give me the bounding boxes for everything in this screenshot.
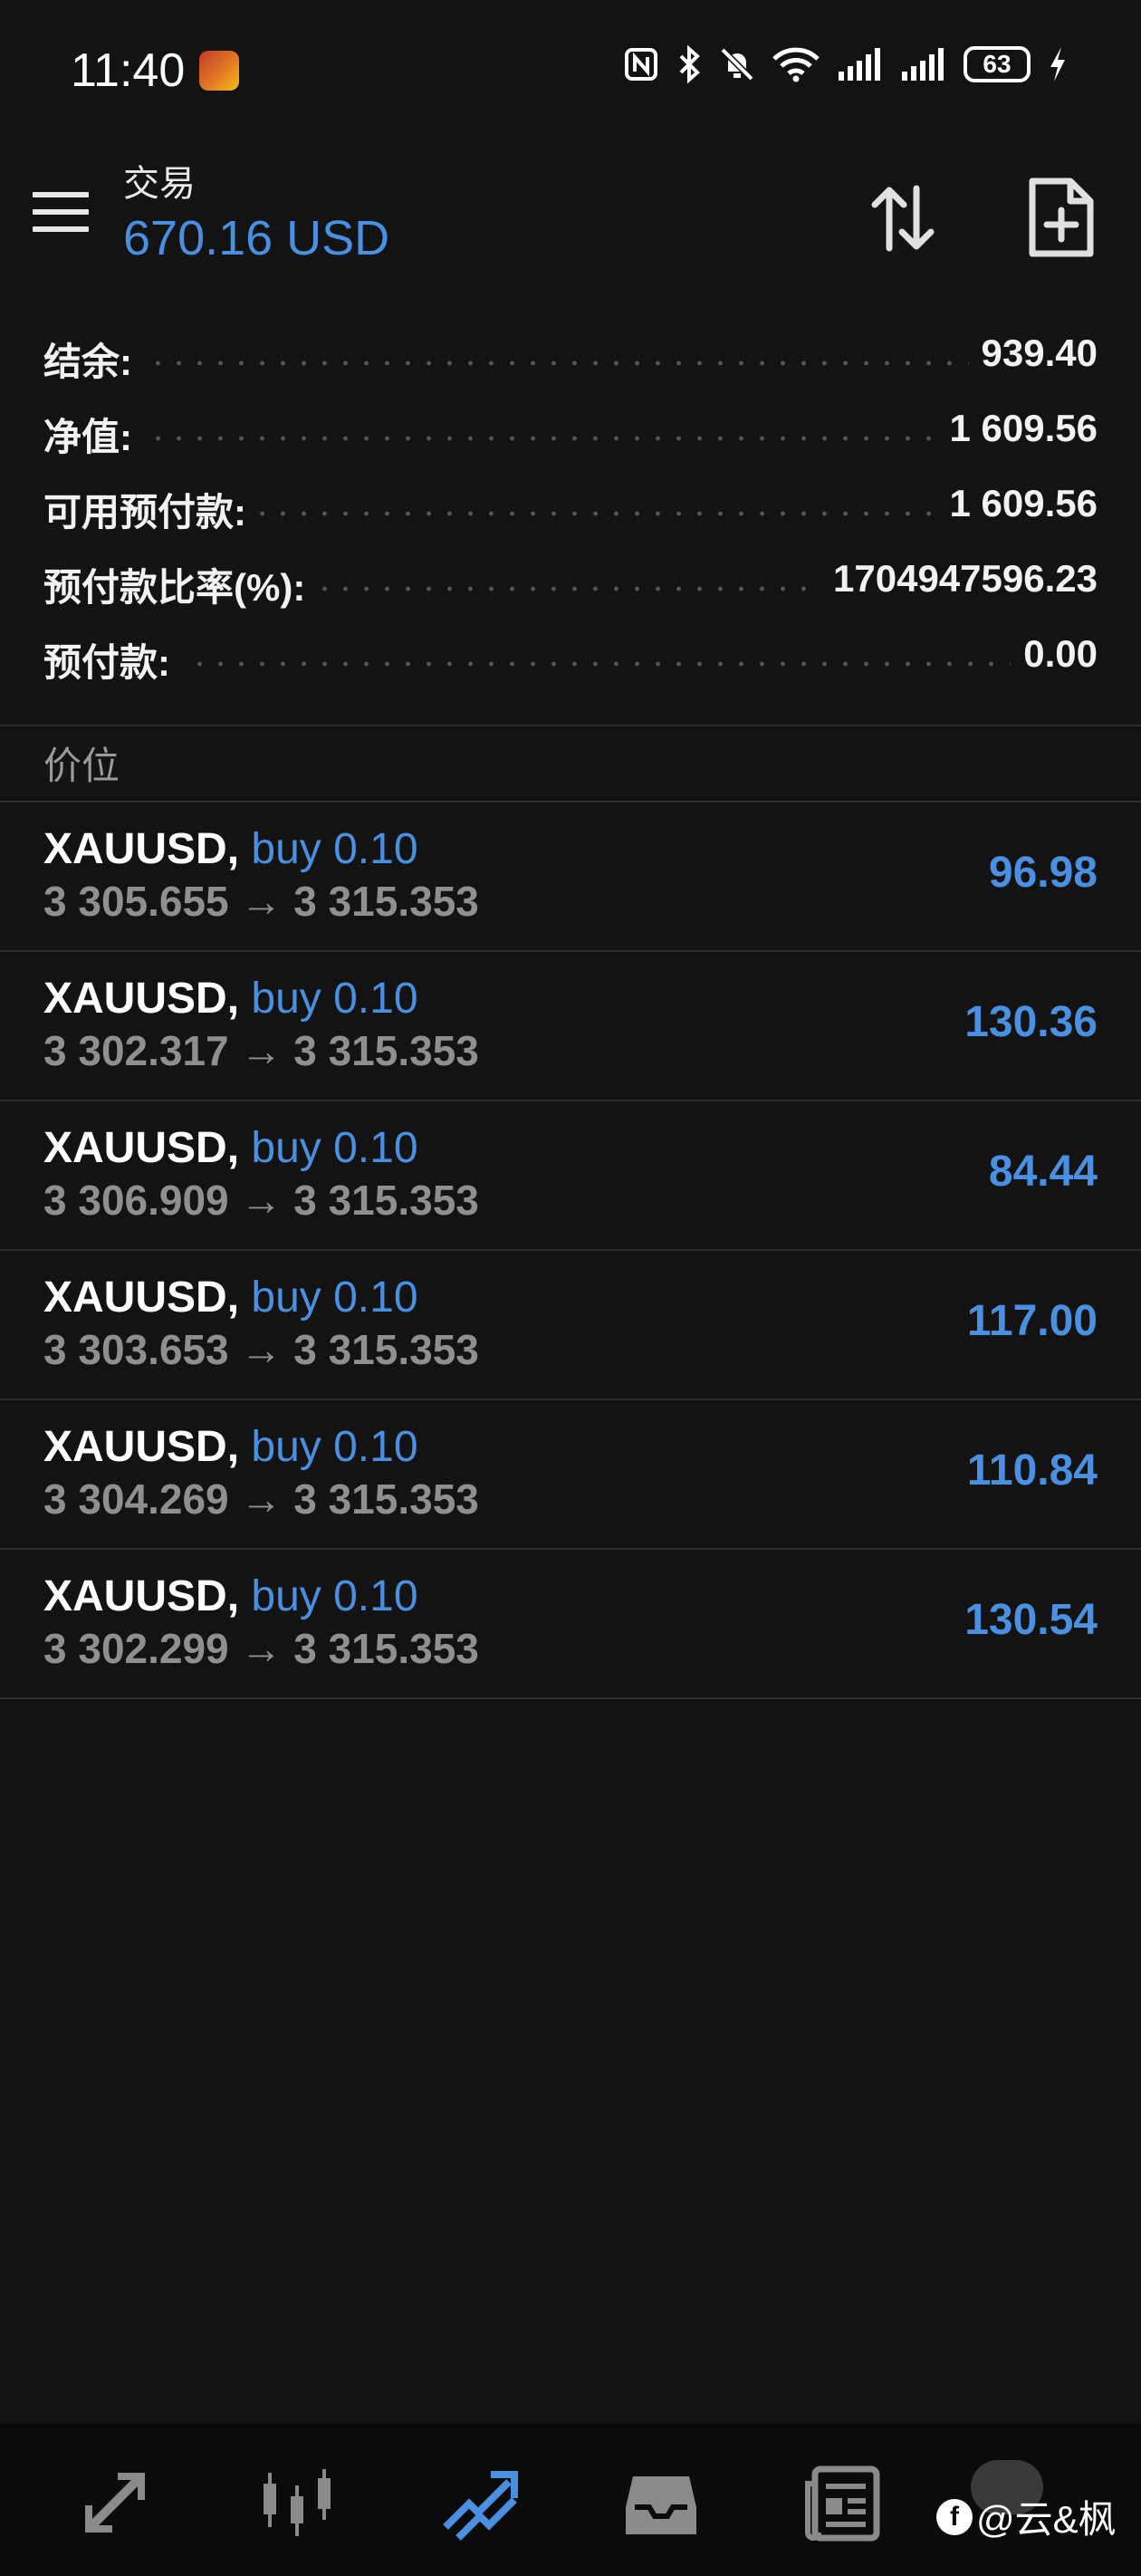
position-symbol: XAUUSD, <box>43 1423 240 1471</box>
open-price: 3 305.655 <box>43 878 229 925</box>
trade-icon[interactable] <box>438 2462 520 2543</box>
summary-value: 939.40 <box>968 332 1098 375</box>
position-profit: 96.98 <box>988 849 1098 897</box>
status-time: 11:40 <box>71 44 186 97</box>
position-profit: 130.36 <box>964 998 1098 1046</box>
app-notification-icon <box>199 51 239 91</box>
sort-icon[interactable] <box>862 178 944 259</box>
chart-candles-icon[interactable] <box>256 2462 338 2543</box>
arrow-icon: → <box>240 1326 283 1373</box>
position-profit: 110.84 <box>966 1447 1098 1495</box>
position-side: buy 0.10 <box>251 1572 418 1620</box>
open-price: 3 306.909 <box>43 1177 229 1224</box>
quotes-icon[interactable] <box>74 2462 156 2543</box>
summary-label: 预付款比率(%): <box>43 557 319 612</box>
signal-icon-2 <box>902 48 944 81</box>
position-row[interactable]: XAUUSD, buy 0.10 3 302.317 → 3 315.353 1… <box>0 952 1141 1101</box>
arrow-icon: → <box>240 1027 283 1074</box>
watermark: f @云&枫 <box>936 2489 1117 2544</box>
summary-row-equity: 净值: 1 609.56 <box>0 394 1141 469</box>
position-row[interactable]: XAUUSD, buy 0.10 3 305.655 → 3 315.353 9… <box>0 803 1141 952</box>
position-side: buy 0.10 <box>251 825 418 873</box>
current-price: 3 315.353 <box>293 1177 479 1224</box>
arrow-icon: → <box>240 1625 283 1672</box>
position-symbol: XAUUSD, <box>43 825 240 873</box>
positions-list: XAUUSD, buy 0.10 3 305.655 → 3 315.353 9… <box>0 803 1141 1699</box>
position-side: buy 0.10 <box>251 1423 418 1471</box>
open-price: 3 304.269 <box>43 1475 229 1523</box>
position-side: buy 0.10 <box>251 975 418 1023</box>
summary-row-margin-level: 预付款比率(%): 1704947596.23 <box>0 544 1141 620</box>
position-symbol: XAUUSD, <box>43 975 240 1023</box>
position-profit: 84.44 <box>988 1148 1098 1196</box>
position-row[interactable]: XAUUSD, buy 0.10 3 306.909 → 3 315.353 8… <box>0 1101 1141 1251</box>
position-profit: 117.00 <box>966 1297 1098 1345</box>
arrow-icon: → <box>240 1475 283 1523</box>
history-inbox-icon[interactable] <box>620 2462 702 2543</box>
current-price: 3 315.353 <box>293 1027 479 1074</box>
open-price: 3 303.653 <box>43 1326 229 1373</box>
position-side: buy 0.10 <box>251 1124 418 1172</box>
position-symbol: XAUUSD, <box>43 1572 240 1620</box>
open-price: 3 302.317 <box>43 1027 229 1074</box>
section-title: 价位 <box>43 745 120 787</box>
position-side: buy 0.10 <box>251 1274 418 1322</box>
page-title: 交易 <box>123 164 196 204</box>
new-order-icon[interactable] <box>1020 174 1101 261</box>
summary-value: 1 609.56 <box>936 482 1098 525</box>
summary-value: 0.00 <box>1011 632 1098 676</box>
position-row[interactable]: XAUUSD, buy 0.10 3 303.653 → 3 315.353 1… <box>0 1251 1141 1400</box>
summary-label: 结余: <box>43 332 145 387</box>
position-profit: 130.54 <box>964 1596 1098 1644</box>
summary-label: 净值: <box>43 407 145 462</box>
position-symbol: XAUUSD, <box>43 1274 240 1322</box>
news-icon[interactable] <box>802 2462 884 2543</box>
current-price: 3 315.353 <box>293 878 479 925</box>
account-summary: 结余: 939.40 净值: 1 609.56 可用预付款: 1 609.56 … <box>0 319 1141 695</box>
status-icons: 63 <box>623 45 1069 83</box>
position-symbol: XAUUSD, <box>43 1124 240 1172</box>
open-price: 3 302.299 <box>43 1625 229 1672</box>
menu-icon[interactable] <box>33 192 89 237</box>
current-price: 3 315.353 <box>293 1625 479 1672</box>
signal-icon <box>839 48 880 81</box>
battery-icon: 63 <box>964 46 1031 82</box>
current-price: 3 315.353 <box>293 1326 479 1373</box>
account-balance-display: 670.16 USD <box>123 211 390 265</box>
watermark-text: @云&枫 <box>976 2498 1117 2541</box>
arrow-icon: → <box>240 1177 283 1224</box>
watermark-logo: f <box>936 2498 973 2535</box>
summary-row-margin: 预付款: 0.00 <box>0 620 1141 695</box>
summary-label: 预付款: <box>43 632 183 687</box>
summary-label: 可用预付款: <box>43 482 259 537</box>
bluetooth-icon <box>679 45 700 83</box>
app-header: 交易 670.16 USD <box>0 136 1141 290</box>
position-row[interactable]: XAUUSD, buy 0.10 3 302.299 → 3 315.353 1… <box>0 1550 1141 1699</box>
arrow-icon: → <box>240 878 283 925</box>
wifi-icon <box>772 47 820 82</box>
summary-row-balance: 结余: 939.40 <box>0 319 1141 394</box>
divider <box>0 725 1141 726</box>
charging-bolt-icon <box>1050 47 1065 82</box>
summary-value: 1704947596.23 <box>820 557 1098 601</box>
mute-bell-icon <box>720 47 754 82</box>
position-row[interactable]: XAUUSD, buy 0.10 3 304.269 → 3 315.353 1… <box>0 1400 1141 1550</box>
summary-row-free-margin: 可用预付款: 1 609.56 <box>0 469 1141 544</box>
status-bar: 11:40 63 <box>0 0 1141 136</box>
current-price: 3 315.353 <box>293 1475 479 1523</box>
nfc-icon <box>625 48 657 81</box>
summary-value: 1 609.56 <box>936 407 1098 450</box>
